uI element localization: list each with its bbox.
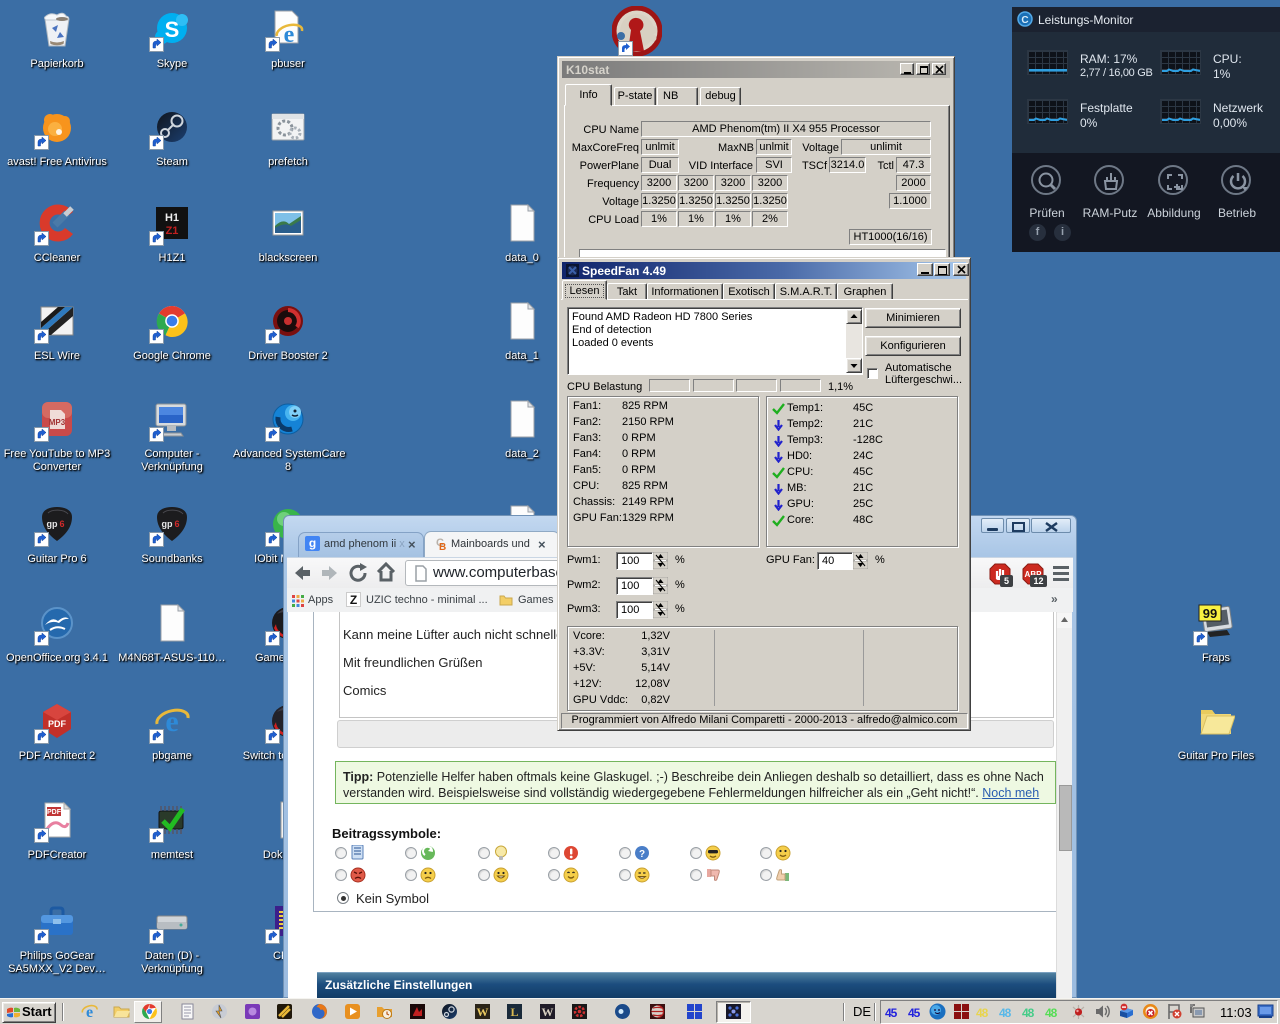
- svg-text:PDF: PDF: [47, 809, 62, 816]
- svg-text:99: 99: [1203, 606, 1217, 621]
- svg-text:W: W: [542, 1005, 554, 1019]
- svg-text:gp: gp: [47, 519, 58, 529]
- svg-text:Z1: Z1: [166, 225, 179, 237]
- svg-text:MP3: MP3: [49, 418, 66, 427]
- svg-text:S: S: [165, 17, 180, 42]
- svg-text:6: 6: [174, 519, 179, 529]
- svg-text:C: C: [1021, 15, 1028, 26]
- svg-text:L: L: [510, 1005, 518, 1019]
- svg-text:H1: H1: [165, 212, 179, 224]
- svg-text:W: W: [477, 1005, 489, 1019]
- svg-text:gp: gp: [162, 519, 173, 529]
- svg-text:B: B: [439, 542, 446, 551]
- svg-text:?: ?: [639, 849, 645, 860]
- svg-text:PDF: PDF: [48, 719, 67, 729]
- svg-text:6: 6: [59, 519, 64, 529]
